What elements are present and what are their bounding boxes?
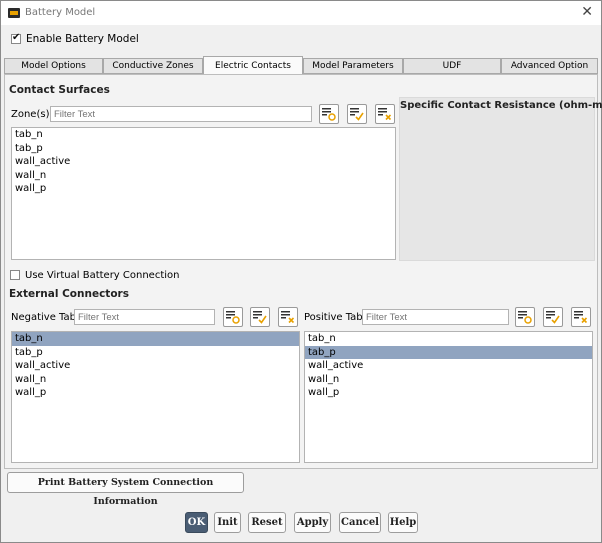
- list-item[interactable]: wall_active: [12, 155, 395, 169]
- title-bar: Battery Model ✕: [1, 1, 601, 25]
- filter-check-icon: [253, 311, 267, 324]
- filter-clear-icon: [281, 311, 295, 324]
- contact-surfaces-heading: Contact Surfaces: [9, 84, 110, 96]
- enable-battery-model-label: Enable Battery Model: [26, 33, 139, 45]
- positive-tab-list[interactable]: tab_n tab_p wall_active wall_n wall_p: [304, 331, 593, 463]
- list-item[interactable]: wall_p: [12, 386, 299, 400]
- list-item[interactable]: wall_active: [12, 359, 299, 373]
- ok-button[interactable]: OK: [185, 512, 208, 533]
- list-item[interactable]: wall_n: [12, 373, 299, 387]
- filter-clear-icon: [574, 311, 588, 324]
- help-button[interactable]: Help: [388, 512, 418, 533]
- contact-resistance-heading: Specific Contact Resistance (ohm-m2): [400, 100, 602, 111]
- window-title: Battery Model: [25, 7, 96, 18]
- negative-tab-filter-input[interactable]: [74, 309, 215, 325]
- negative-select-all-button[interactable]: [223, 307, 243, 327]
- tab-bar: Model Options Conductive Zones Electric …: [4, 56, 598, 75]
- negative-check-button[interactable]: [250, 307, 270, 327]
- list-item[interactable]: tab_p: [12, 142, 395, 156]
- cancel-button[interactable]: Cancel: [339, 512, 381, 533]
- print-connection-info-button[interactable]: Print Battery System Connection Informat…: [7, 472, 244, 507]
- tab-advanced-option[interactable]: Advanced Option: [501, 58, 598, 74]
- list-item[interactable]: tab_n: [12, 128, 395, 142]
- list-item[interactable]: wall_n: [305, 373, 592, 387]
- filter-clear-icon: [378, 108, 392, 121]
- tab-model-parameters[interactable]: Model Parameters: [303, 58, 403, 74]
- list-item-selected[interactable]: tab_n: [12, 332, 299, 346]
- tab-conductive-zones[interactable]: Conductive Zones: [103, 58, 203, 74]
- zones-filter-input[interactable]: [50, 106, 312, 122]
- positive-tab-filter-input[interactable]: [362, 309, 509, 325]
- apply-button[interactable]: Apply: [294, 512, 331, 533]
- list-item[interactable]: wall_n: [12, 169, 395, 183]
- tab-electric-contacts[interactable]: Electric Contacts: [203, 56, 303, 75]
- positive-tab-label: Positive Tab: [304, 312, 363, 323]
- list-item[interactable]: wall_active: [305, 359, 592, 373]
- filter-select-all-icon: [226, 311, 240, 324]
- reset-button[interactable]: Reset: [248, 512, 286, 533]
- negative-tab-label: Negative Tab: [11, 312, 76, 323]
- list-item[interactable]: tab_p: [12, 346, 299, 360]
- negative-clear-button[interactable]: [278, 307, 298, 327]
- negative-tab-list[interactable]: tab_n tab_p wall_active wall_n wall_p: [11, 331, 300, 463]
- app-icon: [8, 8, 20, 18]
- list-item-selected[interactable]: tab_p: [305, 345, 592, 359]
- zones-label: Zone(s): [11, 109, 50, 120]
- battery-model-dialog: Battery Model ✕ Enable Battery Model Mod…: [0, 0, 602, 543]
- zones-check-button[interactable]: [347, 104, 367, 124]
- filter-select-all-icon: [322, 108, 336, 121]
- zones-clear-button[interactable]: [375, 104, 395, 124]
- tab-udf[interactable]: UDF: [403, 58, 501, 74]
- virtual-battery-connection-label: Use Virtual Battery Connection: [25, 270, 180, 281]
- enable-battery-model-checkbox[interactable]: [11, 32, 21, 44]
- zones-list[interactable]: tab_n tab_p wall_active wall_n wall_p: [11, 127, 396, 260]
- positive-clear-button[interactable]: [571, 307, 591, 327]
- filter-select-all-icon: [518, 311, 532, 324]
- filter-check-icon: [350, 108, 364, 121]
- virtual-battery-connection-checkbox[interactable]: [10, 270, 20, 280]
- positive-check-button[interactable]: [543, 307, 563, 327]
- list-item[interactable]: wall_p: [305, 386, 592, 400]
- external-connectors-heading: External Connectors: [9, 288, 129, 300]
- positive-select-all-button[interactable]: [515, 307, 535, 327]
- filter-check-icon: [546, 311, 560, 324]
- list-item[interactable]: wall_p: [12, 182, 395, 196]
- list-item[interactable]: tab_n: [305, 332, 592, 346]
- contact-resistance-panel: [399, 97, 595, 261]
- zones-select-all-button[interactable]: [319, 104, 339, 124]
- close-icon[interactable]: ✕: [581, 4, 593, 20]
- tab-model-options[interactable]: Model Options: [4, 58, 103, 74]
- init-button[interactable]: Init: [214, 512, 241, 533]
